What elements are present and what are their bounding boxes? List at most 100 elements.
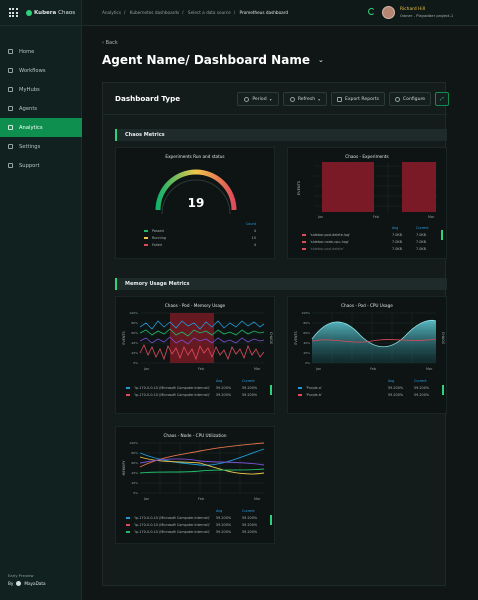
y-axis-label-right: CHAOS [441, 332, 445, 344]
legend-avg: 59.200% [388, 385, 404, 390]
x-tick: Jan [317, 215, 323, 219]
main-content: ‹ Back Agent Name/ Dashboard Name ⌄ Dash… [82, 26, 478, 600]
user-role: Owner - Playadder project-1 [400, 13, 454, 18]
early-preview-label: Early Preview [8, 573, 34, 578]
logo[interactable]: Kubera Chaos [26, 9, 75, 16]
legend-label: 'sidebar-pod-delete-log' [310, 232, 351, 237]
export-label: Export Reports [344, 96, 380, 102]
sidebar-item-analytics[interactable]: Analytics [0, 118, 82, 137]
card-chaos-experiments: Chaos - Experiments EVENTS Jan Feb Mar A… [287, 147, 447, 259]
y-tick: 40% [131, 341, 138, 345]
company-name[interactable]: MayaData [24, 581, 45, 586]
legend-scrollbar[interactable] [441, 230, 443, 240]
legend-head: Current [242, 508, 255, 513]
legend-label: 'lp-170-0-0-10 (Microsoft Computer.Inter… [134, 515, 210, 520]
sidebar-nav: Home Workflows MyHubs Agents Analytics S… [0, 42, 82, 175]
breadcrumb-item[interactable]: Kubernetes dashboards [130, 10, 179, 15]
export-icon [336, 96, 342, 102]
y-tick: 80% [131, 321, 138, 325]
breadcrumb-item[interactable]: Select a data source [188, 10, 231, 15]
back-link[interactable]: ‹ Back [102, 40, 118, 46]
y-tick: 0% [133, 361, 138, 365]
y-tick: 100% [129, 441, 138, 445]
sidebar-item-agents[interactable]: Agents [0, 99, 82, 118]
logo-text-bold: Kubera [34, 9, 57, 16]
legend-item[interactable]: 'Purple-b' 59.200% 59.200% [298, 391, 438, 398]
logo-mark-icon [26, 9, 32, 16]
legend-item[interactable]: 'lp-170-0-0-10 (Microsoft Computer.Inter… [126, 391, 266, 398]
legend-item[interactable]: 'sidebar-node-cpu-hog' 7.0KB 7.0KB [302, 238, 438, 245]
legend-item[interactable]: Passed 4 [144, 227, 256, 234]
legend-item[interactable]: 'lp-170-0-0-10 (Microsoft Computer.Inter… [126, 528, 266, 535]
chaos-window[interactable] [170, 313, 214, 363]
page-title: Agent Name/ Dashboard Name ⌄ [102, 53, 324, 67]
legend-label: 'lp-170-0-0-10 (Microsoft Computer.Inter… [134, 392, 210, 397]
x-tick: Mar [428, 215, 435, 219]
configure-button[interactable]: Configure [389, 92, 431, 106]
legend-avg: 59.200% [216, 522, 232, 527]
app-grid-icon[interactable] [0, 0, 26, 26]
refresh-button[interactable]: Refresh ▾ [283, 92, 327, 106]
breadcrumb-current: Prometheus dashboard [239, 10, 289, 15]
experiments-legend: Avg Current 'sidebar-pod-delete-log' 7.0KB… [302, 224, 438, 252]
cpu-legend: Avg Current 'Purple-a' 59.200% 59.200% 'Pur… [298, 377, 438, 398]
legend-avg: 7.0KB [392, 232, 402, 237]
fullscreen-button[interactable]: ⤢ [435, 92, 449, 106]
y-tick: 20% [131, 481, 138, 485]
legend-value: 4 [253, 242, 256, 247]
sidebar-item-workflows[interactable]: Workflows [0, 61, 82, 80]
refresh-icon [289, 96, 295, 102]
legend-value: 10 [251, 235, 256, 240]
y-tick: 20% [131, 351, 138, 355]
legend-avg: 7.0KB [392, 239, 402, 244]
sidebar-item-home[interactable]: Home [0, 42, 82, 61]
sidebar-item-myhubs[interactable]: MyHubs [0, 80, 82, 99]
legend-avg: 59.200% [216, 515, 232, 520]
legend-scrollbar[interactable] [442, 385, 444, 395]
legend-label: 'Purple-b' [306, 392, 322, 397]
user-name[interactable]: Richard Hill [400, 7, 425, 12]
legend-item[interactable]: 'Purple-a' 59.200% 59.200% [298, 384, 438, 391]
legend-current: 59.200% [242, 529, 258, 534]
legend-item[interactable]: Failed 4 [144, 241, 256, 248]
avatar[interactable] [382, 6, 395, 19]
legend-item[interactable]: 'lp-170-0-0-10 (Microsoft Computer.Inter… [126, 514, 266, 521]
sidebar-item-support[interactable]: Support [0, 156, 82, 175]
hub-icon [8, 87, 13, 92]
legend-item[interactable]: 'sidebar-pod-delete-log' 7.0KB 7.0KB [302, 231, 438, 238]
card-experiments-status: Experiments Run and status 19 Count Pass… [115, 147, 275, 259]
y-tick: 20% [303, 351, 310, 355]
sidebar-item-label: Analytics [19, 124, 43, 131]
mayadata-logo-icon [16, 581, 22, 586]
topbar: Analytics / Kubernetes dashboards / Select… [82, 0, 478, 26]
experiment-block[interactable] [402, 162, 436, 212]
y-tick: 0% [305, 361, 310, 365]
x-tick: Jan [143, 497, 149, 501]
breadcrumb-item[interactable]: Analytics [102, 10, 121, 15]
legend-avg: 59.200% [216, 529, 232, 534]
experiment-block[interactable] [322, 162, 374, 212]
export-reports-button[interactable]: Export Reports [331, 92, 385, 106]
legend-avg: 7.0KB [392, 246, 402, 251]
legend-value: 4 [253, 228, 256, 233]
legend-item[interactable]: 'lp-170-0-0-10 (Microsoft Computer.Inter… [126, 384, 266, 391]
x-tick: Mar [254, 367, 261, 371]
sidebar-item-settings[interactable]: Settings [0, 137, 82, 156]
legend-item[interactable]: 'lp-170-0-0-10 (Microsoft Computer.Inter… [126, 521, 266, 528]
x-tick: Mar [426, 367, 433, 371]
page-title-text: Agent Name/ Dashboard Name [102, 53, 310, 67]
chevron-down-icon[interactable]: ⌄ [318, 56, 324, 64]
legend-scrollbar[interactable] [270, 515, 272, 525]
legend-item[interactable]: Running 10 [144, 234, 256, 241]
y-tick: 80% [303, 321, 310, 325]
section-title: Memory Usage Metrics [125, 281, 190, 287]
gauge-legend: Count Passed 4 Running 10 Failed 4 [144, 220, 256, 248]
legend-scrollbar[interactable] [270, 385, 272, 395]
refresh-icon[interactable] [368, 8, 375, 15]
section-memory-metrics[interactable]: Memory Usage Metrics [115, 278, 447, 290]
section-chaos-metrics[interactable]: Chaos Metrics [115, 129, 447, 141]
card-pod-memory: Chaos - Pod - Memory Usage EVENTS CHAOS … [115, 296, 275, 414]
legend-item[interactable]: 'sidebar-pod-delete' 7.0KB 7.0KB [302, 245, 438, 252]
legend-head: Count [245, 221, 256, 226]
period-button[interactable]: Period ▾ [237, 92, 279, 106]
